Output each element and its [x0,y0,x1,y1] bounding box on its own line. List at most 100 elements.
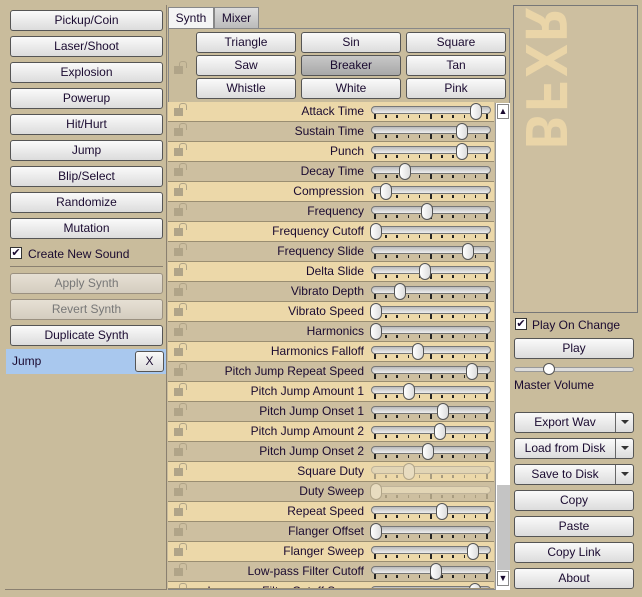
scrollbar[interactable]: ▲ ▼ [495,103,510,590]
save-to-disk-dropdown[interactable]: Save to Disk [514,464,634,485]
waveform-button-triangle[interactable]: Triangle [196,32,296,53]
slider-thumb[interactable] [370,303,382,320]
slider-track[interactable] [371,486,491,494]
slider-track[interactable] [371,266,491,274]
slider-thumb[interactable] [370,483,382,500]
slider-thumb[interactable] [370,223,382,240]
slider-track[interactable] [371,326,491,334]
chevron-down-icon[interactable] [621,472,629,476]
slider-thumb[interactable] [433,423,446,440]
chevron-down-icon[interactable] [621,446,629,450]
lock-icon[interactable] [174,463,187,476]
slider-thumb[interactable] [436,403,449,420]
about-button[interactable]: About [514,568,634,589]
slider-track[interactable] [371,226,491,234]
waveform-lock-icon[interactable] [174,61,187,74]
lock-icon[interactable] [174,443,187,456]
remove-sound-button[interactable]: X [135,351,164,372]
export-wav-dropdown[interactable]: Export Wav [514,412,634,433]
lock-icon[interactable] [174,383,187,396]
slider-thumb[interactable] [399,163,412,180]
lock-icon[interactable] [174,523,187,536]
preset-button-blip-select[interactable]: Blip/Select [10,166,163,187]
lock-icon[interactable] [174,283,187,296]
waveform-button-whistle[interactable]: Whistle [196,78,296,99]
lock-icon[interactable] [174,103,187,116]
lock-icon[interactable] [174,143,187,156]
scroll-down-icon[interactable]: ▼ [497,571,509,586]
slider-track[interactable] [371,286,491,294]
lock-icon[interactable] [174,123,187,136]
play-button[interactable]: Play [514,338,634,359]
load-from-disk-dropdown[interactable]: Load from Disk [514,438,634,459]
lock-icon[interactable] [179,583,187,588]
slider-thumb[interactable] [403,463,416,480]
slider-thumb[interactable] [420,203,433,220]
lock-icon[interactable] [174,483,187,496]
save-to-disk-button[interactable]: Save to Disk [515,465,616,484]
sound-list-item[interactable]: Jump X [6,349,166,374]
slider-thumb[interactable] [461,243,474,260]
slider-thumb[interactable] [379,183,392,200]
lock-icon[interactable] [174,243,187,256]
slider-thumb[interactable] [435,503,448,520]
lock-icon[interactable] [174,183,187,196]
slider-thumb[interactable] [393,283,406,300]
waveform-button-tan[interactable]: Tan [406,55,506,76]
waveform-button-white[interactable]: White [301,78,401,99]
duplicate-synth-button[interactable]: Duplicate Synth [10,325,163,346]
slider-track[interactable] [371,466,491,474]
lock-icon[interactable] [174,423,187,436]
slider-track[interactable] [371,146,491,154]
create-new-sound-checkbox[interactable]: ✔ [10,247,22,259]
preset-button-hit-hurt[interactable]: Hit/Hurt [10,114,163,135]
waveform-button-sin[interactable]: Sin [301,32,401,53]
paste-button[interactable]: Paste [514,516,634,537]
slider-track[interactable] [371,306,491,314]
slider-track[interactable] [371,126,491,134]
slider-thumb[interactable] [456,143,469,160]
lock-icon[interactable] [174,563,187,576]
slider-thumb[interactable] [370,523,382,540]
copy-button[interactable]: Copy [514,490,634,511]
play-on-change-checkbox[interactable]: ✔ [515,318,527,330]
export-wav-button[interactable]: Export Wav [515,413,616,432]
master-volume-thumb[interactable] [543,363,556,375]
waveform-button-breaker[interactable]: Breaker [301,55,401,76]
slider-track[interactable] [371,506,491,514]
slider-track[interactable] [371,346,491,354]
preset-button-powerup[interactable]: Powerup [10,88,163,109]
lock-icon[interactable] [174,403,187,416]
scrollbar-thumb[interactable] [497,485,510,570]
lock-icon[interactable] [174,263,187,276]
master-volume-slider[interactable] [514,363,634,375]
waveform-button-saw[interactable]: Saw [196,55,296,76]
lock-icon[interactable] [174,203,187,216]
preset-button-explosion[interactable]: Explosion [10,62,163,83]
slider-thumb[interactable] [467,543,480,560]
chevron-down-icon[interactable] [621,420,629,424]
preset-button-jump[interactable]: Jump [10,140,163,161]
load-from-disk-button[interactable]: Load from Disk [515,439,616,458]
slider-thumb[interactable] [403,383,416,400]
preset-button-mutation[interactable]: Mutation [10,218,163,239]
preset-button-pickup-coin[interactable]: Pickup/Coin [10,10,163,31]
revert-synth-button[interactable]: Revert Synth [10,299,163,320]
preset-button-randomize[interactable]: Randomize [10,192,163,213]
copy-link-button[interactable]: Copy Link [514,542,634,563]
slider-thumb[interactable] [469,583,482,588]
slider-thumb[interactable] [421,443,434,460]
preset-button-laser-shoot[interactable]: Laser/Shoot [10,36,163,57]
slider-track[interactable] [371,426,491,434]
tab-mixer[interactable]: Mixer [214,7,259,28]
lock-icon[interactable] [174,363,187,376]
lock-icon[interactable] [174,303,187,316]
tab-synth[interactable]: Synth [168,7,214,28]
lock-icon[interactable] [174,223,187,236]
slider-thumb[interactable] [470,103,483,120]
scroll-up-icon[interactable]: ▲ [497,104,509,119]
waveform-button-pink[interactable]: Pink [406,78,506,99]
lock-icon[interactable] [174,163,187,176]
lock-icon[interactable] [174,503,187,516]
slider-thumb[interactable] [418,263,431,280]
